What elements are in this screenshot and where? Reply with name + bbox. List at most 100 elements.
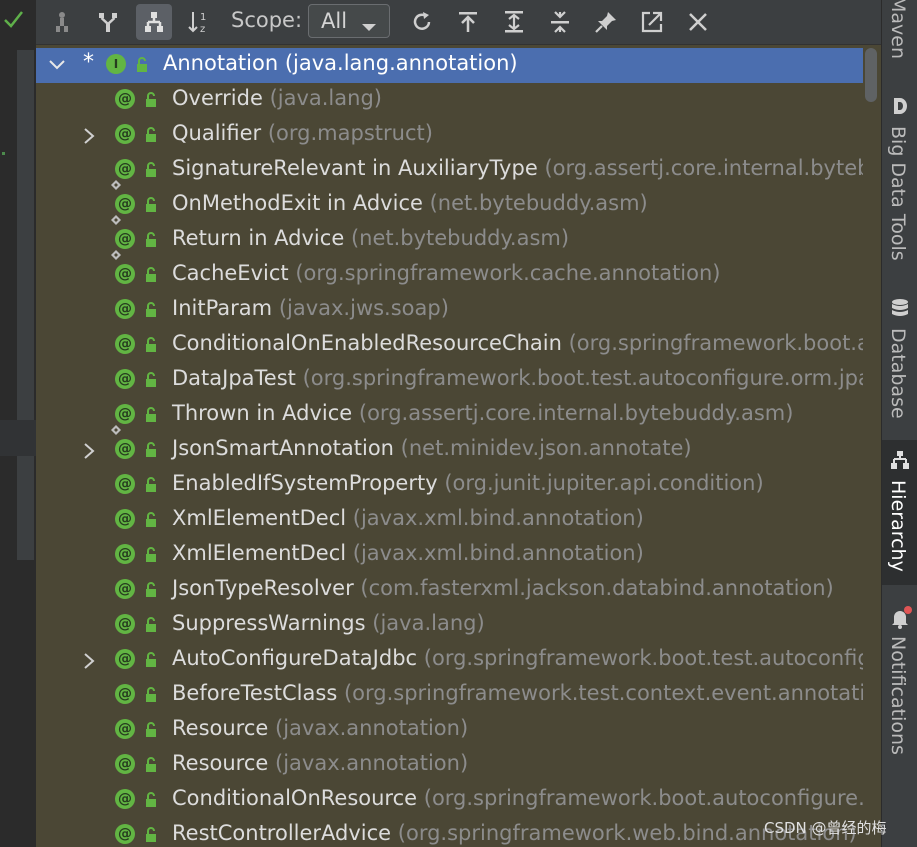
tree-row[interactable]: @ Return in Advice (net.bytebuddy.asm) [36,223,863,260]
tree-row-label: AutoConfigureDataJdbc (org.springframewo… [172,646,863,670]
tree-root-row[interactable]: * I Annotation (java.lang.annotation) [36,48,863,83]
tree-row-label: EnabledIfSystemProperty (org.junit.jupit… [172,471,764,495]
annotation-icon: @ [115,754,135,774]
pin-icon[interactable] [588,4,624,40]
lock-icon [144,372,158,392]
chevron-right-icon[interactable] [82,652,96,674]
sort-alphabetically-icon[interactable]: 1z [182,4,218,40]
lock-icon [144,127,158,147]
tree-row-label: OnMethodExit in Advice (net.bytebuddy.as… [172,191,648,215]
editor-gutter [0,0,36,847]
scope-dropdown[interactable]: All [308,4,390,38]
hierarchy-tree[interactable]: * I Annotation (java.lang.annotation) @ O… [36,45,863,847]
lock-icon [144,827,158,847]
annotation-icon: @ [115,579,135,599]
lock-icon [144,232,158,252]
tool-window-big-data-tools[interactable]: Big Data Tools [882,92,917,272]
gutter-highlight [0,420,36,456]
chevron-right-icon[interactable] [82,127,96,149]
lock-icon [135,57,149,77]
tree-row[interactable]: @ XmlElementDecl (javax.xml.bind.annotati… [36,503,863,538]
lock-icon [144,407,158,427]
tool-window-maven[interactable]: Maven [882,0,917,70]
tree-row[interactable]: @ Qualifier (org.mapstruct) [36,118,863,153]
open-in-window-icon[interactable] [634,4,670,40]
annotation-icon: @ [115,439,135,459]
hierarchy-icon [890,450,910,474]
svg-text:z: z [200,24,205,35]
subtypes-hierarchy-icon[interactable] [90,4,126,40]
gutter-strip [17,50,34,560]
root-marker: * [83,50,94,75]
lock-icon [144,757,158,777]
tree-row-label: CacheEvict (org.springframework.cache.an… [172,261,721,285]
tree-row-label: Qualifier (org.mapstruct) [172,121,433,145]
tree-row-label: JsonSmartAnnotation (net.minidev.json.an… [172,436,692,460]
tree-row[interactable]: @ Resource (javax.annotation) [36,713,863,748]
refresh-icon[interactable] [404,4,440,40]
tool-window-hierarchy[interactable]: Hierarchy [882,440,917,585]
chevron-right-icon[interactable] [82,442,96,464]
tree-row-label: InitParam (javax.jws.soap) [172,296,449,320]
tree-row[interactable]: @ OnMethodExit in Advice (net.bytebuddy.a… [36,188,863,225]
tree-row-label: ConditionalOnResource (org.springframewo… [172,786,863,810]
tree-row-label: ConditionalOnEnabledResourceChain (org.s… [172,331,863,355]
annotation-icon: @ [115,124,135,144]
svg-text:1: 1 [200,12,206,23]
supertypes-hierarchy-icon[interactable] [44,4,80,40]
class-hierarchy-icon[interactable] [136,4,172,40]
tree-row[interactable]: @ JsonSmartAnnotation (net.minidev.json.a… [36,433,863,468]
close-icon[interactable] [680,4,716,40]
tool-window-notifications[interactable]: Notifications [882,600,917,760]
scope-label: Scope: [231,8,303,32]
hierarchy-toolbar: 1z Scope: All [36,0,881,45]
annotation-icon: @ [115,264,135,284]
lock-icon [144,792,158,812]
lock-icon [144,652,158,672]
tree-row[interactable]: @ Resource (javax.annotation) [36,748,863,783]
annotation-icon: @ [115,334,135,354]
gutter-marker [2,152,5,155]
right-tool-strip: Maven Big Data Tools Database Hierarchy … [881,0,917,847]
lock-icon [144,442,158,462]
lock-icon [144,92,158,112]
annotation-icon: @ [115,789,135,809]
lock-icon [144,162,158,182]
tree-row-label: BeforeTestClass (org.springframework.tes… [172,681,863,705]
annotation-icon: @ [115,299,135,319]
tree-row[interactable]: @ InitParam (javax.jws.soap) [36,293,863,328]
export-icon[interactable] [450,4,486,40]
tree-row-label: JsonTypeResolver (com.fasterxml.jackson.… [172,576,834,600]
chevron-down-icon[interactable] [48,57,66,77]
tree-row[interactable]: @ ConditionalOnEnabledResourceChain (org.… [36,328,863,363]
tree-row[interactable]: @ DataJpaTest (org.springframework.boot.t… [36,363,863,398]
annotation-icon: @ [115,509,135,529]
tree-row[interactable]: @ EnabledIfSystemProperty (org.junit.jupi… [36,468,863,503]
tree-row[interactable]: @ ConditionalOnResource (org.springframew… [36,783,863,818]
annotation-icon: @ [115,684,135,704]
tree-row[interactable]: @ AutoConfigureDataJdbc (org.springframew… [36,643,863,678]
tree-row[interactable]: @ BeforeTestClass (org.springframework.te… [36,678,863,713]
annotation-icon: @ [115,824,135,844]
tree-row-label: DataJpaTest (org.springframework.boot.te… [172,366,863,390]
big-data-tools-icon [891,96,909,120]
tree-row[interactable]: @ XmlElementDecl (javax.xml.bind.annotati… [36,538,863,573]
annotation-icon: @ [115,719,135,739]
tree-row[interactable]: @ JsonTypeResolver (com.fasterxml.jackson… [36,573,863,608]
tool-window-database[interactable]: Database [882,296,917,426]
tree-row[interactable]: @ SuppressWarnings (java.lang) [36,608,863,643]
tree-row[interactable]: @ RestControllerAdvice (org.springframewo… [36,818,863,847]
expand-all-icon[interactable] [496,4,532,40]
database-label: Database [887,328,909,419]
tree-row[interactable]: @ SignatureRelevant in AuxiliaryType (org… [36,153,863,190]
lock-icon [144,512,158,532]
tree-row[interactable]: @ CacheEvict (org.springframework.cache.a… [36,258,863,293]
tree-row[interactable]: @ Override (java.lang) [36,83,863,118]
annotation-icon: @ [115,89,135,109]
collapse-all-icon[interactable] [542,4,578,40]
tree-row[interactable]: @ Thrown in Advice (org.assertj.core.inte… [36,398,863,435]
vertical-scrollbar[interactable] [865,48,877,102]
lock-icon [144,197,158,217]
tree-root-label: Annotation (java.lang.annotation) [163,51,518,75]
tree-row-label: XmlElementDecl (javax.xml.bind.annotatio… [172,506,644,530]
